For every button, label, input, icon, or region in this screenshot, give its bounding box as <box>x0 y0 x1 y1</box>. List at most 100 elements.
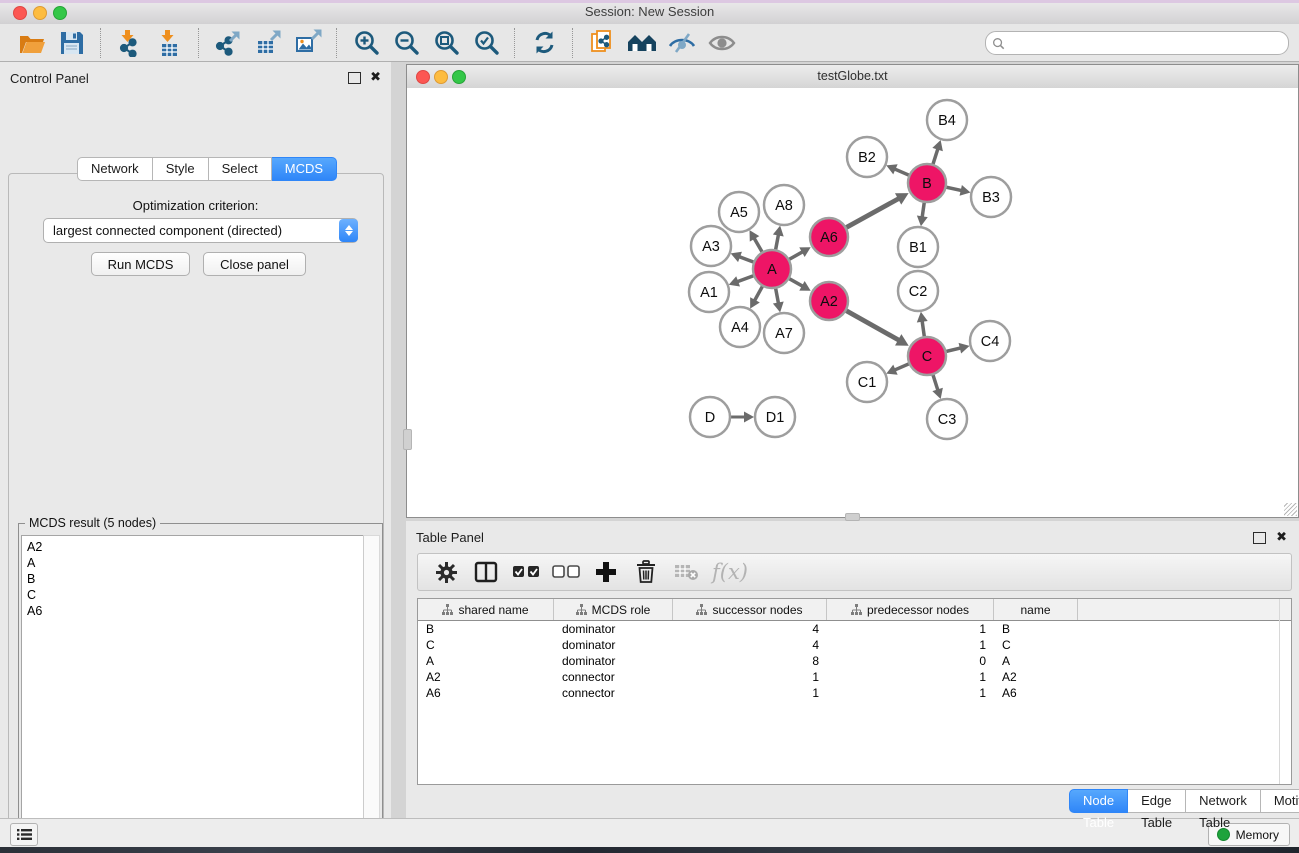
graph-node-B[interactable]: B <box>908 164 946 202</box>
graph-node-A7[interactable]: A7 <box>764 313 804 353</box>
close-panel-icon[interactable]: ✖ <box>370 69 381 85</box>
table-delete-button[interactable] <box>668 557 704 587</box>
save-button[interactable] <box>52 27 92 59</box>
export-image-button[interactable] <box>288 27 328 59</box>
graph-node-B3[interactable]: B3 <box>971 177 1011 217</box>
result-item[interactable]: B <box>27 571 364 587</box>
table-scroll-divider <box>1279 599 1280 784</box>
graph-node-B4[interactable]: B4 <box>927 100 967 140</box>
graph-node-D1[interactable]: D1 <box>755 397 795 437</box>
network-window-title-bar[interactable]: testGlobe.txt <box>407 65 1298 89</box>
network-canvas[interactable]: A A1 A3 A4 A5 A7 A8A6 A2 B B1 B2 B3B4 C C1 C2 C3 C4 D D1 <box>407 88 1298 517</box>
result-item[interactable]: A6 <box>27 603 364 619</box>
column-header-successor-nodes[interactable]: successor nodes <box>673 599 827 620</box>
graph-node-A5[interactable]: A5 <box>719 192 759 232</box>
table-panel-title: Table Panel <box>416 530 484 545</box>
column-label: successor nodes <box>712 603 802 617</box>
eye-slash-button[interactable] <box>662 27 702 59</box>
split-columns-button[interactable] <box>468 557 504 587</box>
run-mcds-button[interactable]: Run MCDS <box>91 252 190 276</box>
task-history-button[interactable] <box>10 823 38 846</box>
checked-boxes-button[interactable] <box>508 557 544 587</box>
graph-node-C1[interactable]: C1 <box>847 362 887 402</box>
zoom-fit-icon <box>433 29 460 56</box>
graph-node-A6[interactable]: A6 <box>810 218 848 256</box>
horizontal-splitter-handle[interactable] <box>845 513 860 521</box>
graph-node-A8[interactable]: A8 <box>764 185 804 225</box>
zoom-selected-button[interactable] <box>466 27 506 59</box>
graph-node-B2[interactable]: B2 <box>847 137 887 177</box>
trash-button[interactable] <box>628 557 664 587</box>
zoom-out-button[interactable] <box>386 27 426 59</box>
svg-text:C3: C3 <box>938 412 957 428</box>
export-network-button[interactable] <box>208 27 248 59</box>
hierarchy-icon <box>696 604 707 615</box>
table-float-icon[interactable] <box>1253 532 1266 544</box>
tab-mcds[interactable]: MCDS <box>272 157 337 181</box>
eye-button[interactable] <box>702 27 742 59</box>
graph-node-A[interactable]: A <box>753 250 791 288</box>
vertical-splitter-handle[interactable] <box>403 429 412 450</box>
column-label: shared name <box>458 603 528 617</box>
graph-node-A2[interactable]: A2 <box>810 282 848 320</box>
result-scrollbar[interactable] <box>363 535 380 853</box>
graph-node-B1[interactable]: B1 <box>898 227 938 267</box>
result-item[interactable]: A <box>27 555 364 571</box>
graph-node-A1[interactable]: A1 <box>689 272 729 312</box>
table-close-icon[interactable]: ✖ <box>1276 529 1287 545</box>
graph-node-A4[interactable]: A4 <box>720 307 760 347</box>
result-item[interactable]: A2 <box>27 539 364 555</box>
svg-text:D: D <box>705 410 715 426</box>
import-network-button[interactable] <box>110 27 150 59</box>
column-header-MCDS-role[interactable]: MCDS role <box>554 599 673 620</box>
resize-grip[interactable] <box>1284 503 1297 516</box>
zoom-in-button[interactable] <box>346 27 386 59</box>
zoom-fit-button[interactable] <box>426 27 466 59</box>
table-row[interactable]: Cdominator41C <box>418 637 1291 653</box>
column-label: predecessor nodes <box>867 603 969 617</box>
graph-node-A3[interactable]: A3 <box>691 226 731 266</box>
graph-node-C2[interactable]: C2 <box>898 271 938 311</box>
table-row[interactable]: A6connector11A6 <box>418 685 1291 701</box>
gear-icon <box>434 560 459 585</box>
result-item[interactable]: C <box>27 587 364 603</box>
tab-network-table[interactable]: Network Table <box>1186 789 1261 813</box>
float-panel-icon[interactable] <box>348 72 361 84</box>
column-header-predecessor-nodes[interactable]: predecessor nodes <box>827 599 994 620</box>
search-field[interactable] <box>985 31 1289 55</box>
node-table[interactable]: shared name MCDS role successor nodes prede… <box>417 598 1292 785</box>
toolbar-group-1 <box>104 26 196 60</box>
close-panel-button[interactable]: Close panel <box>203 252 306 276</box>
optimization-criterion-select[interactable]: largest connected component (directed) <box>43 218 358 243</box>
plus-button[interactable] <box>588 557 624 587</box>
refresh-button[interactable] <box>524 27 564 59</box>
graph-node-C4[interactable]: C4 <box>970 321 1010 361</box>
tab-select[interactable]: Select <box>209 157 272 181</box>
table-row[interactable]: A2connector11A2 <box>418 669 1291 685</box>
gear-button[interactable] <box>428 557 464 587</box>
document-network-button[interactable] <box>582 27 622 59</box>
tab-node-table[interactable]: Node Table <box>1069 789 1128 813</box>
tab-edge-table[interactable]: Edge Table <box>1128 789 1186 813</box>
table-row[interactable]: Bdominator41B <box>418 621 1291 637</box>
list-icon <box>17 828 32 841</box>
export-table-button[interactable] <box>248 27 288 59</box>
table-cell: connector <box>554 686 673 700</box>
graph-node-C3[interactable]: C3 <box>927 399 967 439</box>
tab-motifs[interactable]: Motifs <box>1261 789 1299 813</box>
search-input[interactable] <box>1005 35 1288 51</box>
unchecked-boxes-button[interactable] <box>548 557 584 587</box>
svg-text:A4: A4 <box>731 320 749 336</box>
table-row[interactable]: Adominator80A <box>418 653 1291 669</box>
column-header-shared-name[interactable]: shared name <box>418 599 554 620</box>
column-header-name[interactable]: name <box>994 599 1078 620</box>
tab-style[interactable]: Style <box>153 157 209 181</box>
open-folder-button[interactable] <box>12 27 52 59</box>
tab-network[interactable]: Network <box>77 157 153 181</box>
graph-node-C[interactable]: C <box>908 337 946 375</box>
graph-node-D[interactable]: D <box>690 397 730 437</box>
import-table-button[interactable] <box>150 27 190 59</box>
mcds-result-list[interactable]: A2ABCA6 <box>21 535 365 853</box>
double-house-button[interactable] <box>622 27 662 59</box>
checked-boxes-icon <box>512 565 540 579</box>
